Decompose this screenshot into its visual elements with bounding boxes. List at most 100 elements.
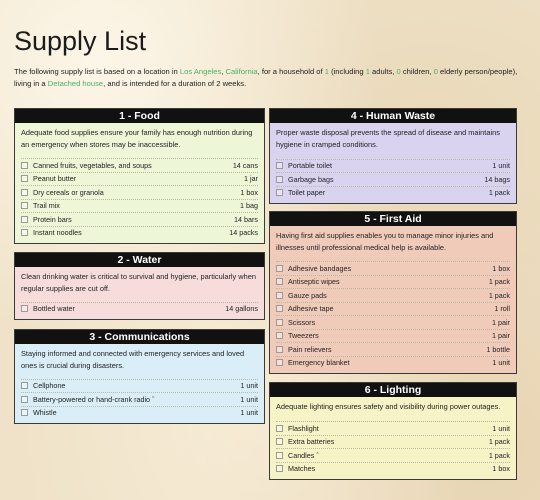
checklist-item[interactable]: Tweezers 1 pair <box>276 328 510 343</box>
checkbox-icon[interactable] <box>276 359 283 367</box>
checkbox-icon[interactable] <box>276 291 283 299</box>
item-quantity: 1 unit <box>240 381 258 391</box>
checkbox-icon[interactable] <box>21 215 28 223</box>
checklist-item[interactable]: Trail mix 1 bag <box>21 198 258 213</box>
checklist-item[interactable]: Peanut butter 1 jar <box>21 171 258 186</box>
checklist-item[interactable]: Bottled water 14 gallons <box>21 301 258 316</box>
item-name: Whistle <box>33 408 57 418</box>
item-name: Scissors <box>288 317 316 327</box>
checkbox-icon[interactable] <box>276 424 283 432</box>
intro-part5: children, <box>400 67 434 76</box>
checklist-item[interactable]: Instant noodles 14 packs <box>21 225 258 240</box>
checkbox-icon[interactable] <box>21 188 28 196</box>
intro-part7: , and is intended for a duration of 2 we… <box>103 79 247 88</box>
checklist-item[interactable]: Protein bars 14 bars <box>21 212 258 226</box>
item-name: Portable toilet <box>288 161 332 171</box>
checklist-item[interactable]: Adhesive tape 1 roll <box>276 301 510 316</box>
food-card: 1 - Food Adequate food supplies ensure y… <box>14 108 265 244</box>
checklist-item[interactable]: Flashlight 1 unit <box>276 421 510 435</box>
intro-part4: adults, <box>369 67 397 76</box>
checkbox-icon[interactable] <box>276 318 283 326</box>
item-quantity: 1 box <box>492 464 510 474</box>
checkbox-icon[interactable] <box>21 202 28 210</box>
checklist-item[interactable]: Whistle 1 unit <box>21 405 258 420</box>
item-quantity: 1 unit <box>240 408 258 418</box>
item-name: Adhesive tape <box>288 304 334 314</box>
checklist-item[interactable]: Toilet paper 1 pack <box>276 185 510 200</box>
checkbox-icon[interactable] <box>21 175 28 183</box>
item-name: Adhesive bandages <box>288 263 352 273</box>
item-name: Bottled water <box>33 304 75 314</box>
item-list: Cellphone 1 unit Battery-powered or hand-c… <box>21 378 258 420</box>
first-aid-card: 5 - First Aid Having first aid supplies … <box>269 211 517 374</box>
card-title: 6 - Lighting <box>270 383 516 397</box>
item-quantity: 14 packs <box>229 228 258 238</box>
checkbox-icon[interactable] <box>21 382 28 390</box>
item-name: Battery-powered or hand-crank radio ˆ <box>33 394 155 404</box>
checklist-item[interactable]: Dry cereals or granola 1 box <box>21 185 258 199</box>
checkbox-icon[interactable] <box>21 395 28 403</box>
checklist-item[interactable]: Garbage bags 14 bags <box>276 172 510 186</box>
card-description: Adequate lighting ensures safety and vis… <box>276 402 501 411</box>
item-quantity: 1 unit <box>492 358 510 368</box>
card-title: 5 - First Aid <box>270 212 516 226</box>
checklist-item[interactable]: Candles ˆ 1 pack <box>276 448 510 462</box>
checkbox-icon[interactable] <box>276 332 283 340</box>
item-quantity: 1 roll <box>494 304 510 314</box>
checkbox-icon[interactable] <box>276 278 283 286</box>
item-name: Candles ˆ <box>288 450 319 460</box>
checklist-item[interactable]: Canned fruits, vegetables, and soups 14 c… <box>21 158 258 172</box>
item-quantity: 1 pack <box>488 437 510 447</box>
checklist-item[interactable]: Extra batteries 1 pack <box>276 434 510 449</box>
checkbox-icon[interactable] <box>276 264 283 272</box>
location-city: Los Angeles <box>179 67 222 76</box>
card-description: Proper waste disposal prevents the sprea… <box>276 128 500 149</box>
checkbox-icon[interactable] <box>276 189 283 197</box>
card-title: 3 - Communications <box>15 330 264 344</box>
checklist-item[interactable]: Matches 1 box <box>276 461 510 476</box>
checkbox-icon[interactable] <box>21 305 28 313</box>
checkbox-icon[interactable] <box>21 409 28 417</box>
item-quantity: 1 pair <box>492 317 510 327</box>
item-quantity: 1 unit <box>240 394 258 404</box>
checklist-item[interactable]: Gauze pads 1 pack <box>276 288 510 302</box>
item-quantity: 1 pair <box>492 331 510 341</box>
card-description: Adequate food supplies ensure your famil… <box>21 128 253 149</box>
checkbox-icon[interactable] <box>276 465 283 473</box>
checklist-item[interactable]: Scissors 1 pair <box>276 315 510 329</box>
checklist-item[interactable]: Cellphone 1 unit <box>21 378 258 393</box>
page-title: Supply List <box>14 26 147 56</box>
checkbox-icon[interactable] <box>276 345 283 353</box>
item-quantity: 1 pack <box>488 290 510 300</box>
item-name: Protein bars <box>33 214 72 224</box>
location-state: California <box>225 67 258 76</box>
checkbox-icon[interactable] <box>276 451 283 459</box>
item-list: Adhesive bandages 1 box Antiseptic wipes 1 … <box>276 261 510 369</box>
checkbox-icon[interactable] <box>276 438 283 446</box>
checklist-item[interactable]: Antiseptic wipes 1 pack <box>276 274 510 289</box>
item-name: Gauze pads <box>288 290 327 300</box>
communications-card: 3 - Communications Staying informed and … <box>14 329 265 424</box>
item-quantity: 14 cans <box>232 160 258 170</box>
card-description: Having first aid supplies enables you to… <box>276 231 494 252</box>
item-name: Matches <box>288 464 316 474</box>
checkbox-icon[interactable] <box>276 175 283 183</box>
item-list: Bottled water 14 gallons <box>21 301 258 316</box>
checkbox-icon[interactable] <box>21 229 28 237</box>
checklist-item[interactable]: Battery-powered or hand-crank radio ˆ 1 u… <box>21 392 258 406</box>
checklist-item[interactable]: Portable toilet 1 unit <box>276 158 510 173</box>
item-quantity: 1 bottle <box>486 344 510 354</box>
checkbox-icon[interactable] <box>276 305 283 313</box>
card-description: Clean drinking water is critical to surv… <box>21 272 256 293</box>
item-name: Extra batteries <box>288 437 335 447</box>
checklist-item[interactable]: Pain relievers 1 bottle <box>276 342 510 356</box>
item-quantity: 14 gallons <box>225 304 258 314</box>
checkbox-icon[interactable] <box>21 161 28 169</box>
item-name: Cellphone <box>33 381 66 391</box>
checklist-item[interactable]: Adhesive bandages 1 box <box>276 261 510 275</box>
item-name: Antiseptic wipes <box>288 277 340 287</box>
card-title: 2 - Water <box>15 253 264 267</box>
checkbox-icon[interactable] <box>276 162 283 170</box>
checklist-item[interactable]: Emergency blanket 1 unit <box>276 355 510 370</box>
item-quantity: 14 bags <box>484 174 510 184</box>
